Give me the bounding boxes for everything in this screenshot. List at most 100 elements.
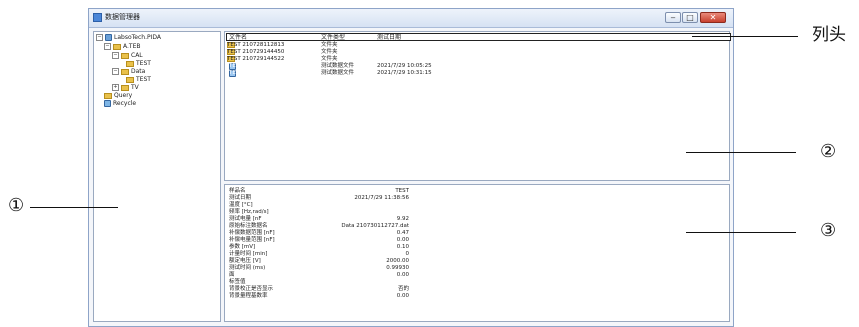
property-value: 0.00 xyxy=(396,237,409,243)
data-manager-window: 数据管理器 ‒ □ ✕ − LabsoTech.PIDA − A.TEB − CAL … xyxy=(88,8,734,327)
tree-node-label: Data xyxy=(131,68,146,75)
file-name: TEST 210730111825.dat xyxy=(229,63,298,69)
property-row: 温度 [°C] xyxy=(229,202,409,209)
list-item-selected[interactable]: TEST 210730112119.dat 测试数据文件 2021/7/29 1… xyxy=(227,70,727,77)
tree-node-label: LabsoTech.PIDA xyxy=(114,34,161,41)
property-value: 0.00 xyxy=(396,293,409,299)
tree-node-query[interactable]: Query xyxy=(104,92,132,100)
property-key: 测试电量 [nF xyxy=(229,216,262,222)
property-key: 标签值 xyxy=(229,279,246,285)
file-name: TEST 210728112813 xyxy=(227,42,285,48)
properties-pane: 样品名 TEST 测试日期 2021/7/29 11:38:56 温度 [°C] 频率 [… xyxy=(224,184,730,322)
list-item[interactable]: TEST 210729144522 文件夹 xyxy=(227,56,727,63)
tree-node-label: A.TEB xyxy=(123,43,141,50)
property-key: 测试日期 xyxy=(229,195,252,201)
tree-node-data[interactable]: − Data xyxy=(112,68,145,76)
folder-icon xyxy=(126,60,134,67)
collapse-icon[interactable]: − xyxy=(112,68,119,75)
property-value: Data 210730112727.dat xyxy=(341,223,409,229)
callout-number-2: ② xyxy=(820,141,837,162)
folder-icon xyxy=(121,68,129,75)
property-key: 额定电压 [V] xyxy=(229,258,261,264)
property-key: 样品名 xyxy=(229,188,246,194)
property-row: 背景量程基数率 0.00 xyxy=(229,293,409,300)
column-header-type[interactable]: 文件类型 xyxy=(321,34,345,42)
property-value: 9.92 xyxy=(396,216,409,222)
property-key: 原始标注数据名 xyxy=(229,223,268,229)
collapse-icon[interactable]: − xyxy=(96,34,103,41)
folder-tree[interactable]: − LabsoTech.PIDA − A.TEB − CAL TEST − Data T… xyxy=(93,31,221,322)
property-value: 否的 xyxy=(397,286,409,292)
property-row: 补偿电量范围 [nF] 0.00 xyxy=(229,237,409,244)
property-row: 标签值 xyxy=(229,279,409,286)
property-key: 计量时间 [min] xyxy=(229,251,268,257)
minimize-button[interactable]: ‒ xyxy=(665,12,681,23)
recycle-icon xyxy=(104,100,111,107)
property-value: 0.10 xyxy=(396,244,409,250)
collapse-icon[interactable]: − xyxy=(112,52,119,59)
property-key: 补偿电量范围 [nF] xyxy=(229,237,275,243)
file-date: 2021/7/29 10:31:15 xyxy=(377,70,432,76)
property-row: 测试日期 2021/7/29 11:38:56 xyxy=(229,195,409,202)
window-title: 数据管理器 xyxy=(105,13,140,21)
maximize-button[interactable]: □ xyxy=(682,12,698,23)
file-type: 文件夹 xyxy=(321,42,338,48)
property-value: 0.00 xyxy=(396,272,409,278)
callout-line-3 xyxy=(686,232,796,233)
tree-node-label: Query xyxy=(114,92,133,99)
callout-line-columns xyxy=(692,36,798,37)
tree-node-recycle[interactable]: Recycle xyxy=(104,100,136,108)
property-value: 2021/7/29 11:38:56 xyxy=(354,195,409,201)
right-panel: 文件名 文件类型 测试日期 TEST 210728112813 文件夹 TEST… xyxy=(224,31,731,322)
property-row: 补偿数据范围 [nF] 0.47 xyxy=(229,230,409,237)
expand-icon[interactable]: + xyxy=(112,84,119,91)
property-row: 背景校正是否显示 否的 xyxy=(229,286,409,293)
property-row: 面 0.00 xyxy=(229,272,409,279)
list-item-selected[interactable]: TEST 210730111825.dat 测试数据文件 2021/7/29 1… xyxy=(227,63,727,70)
tree-node-ateb[interactable]: − A.TEB xyxy=(104,43,140,51)
file-type: 测试数据文件 xyxy=(321,70,355,76)
tree-node-cal[interactable]: − CAL xyxy=(112,52,143,60)
callout-number-1: ① xyxy=(8,195,25,216)
database-icon xyxy=(105,34,112,41)
column-header: 文件名 文件类型 测试日期 xyxy=(226,33,731,41)
tree-node-tv[interactable]: + TV xyxy=(112,84,139,92)
tree-node-cal-test[interactable]: TEST xyxy=(126,60,151,68)
list-item[interactable]: TEST 210729144450 文件夹 xyxy=(227,49,727,56)
title-bar: 数据管理器 ‒ □ ✕ xyxy=(89,9,733,28)
folder-icon xyxy=(113,43,121,50)
tree-node-label: TV xyxy=(131,84,139,91)
file-type: 文件夹 xyxy=(321,56,338,62)
file-name: TEST 210729144522 xyxy=(227,56,285,62)
property-row: 额定电压 [V] 2000.00 xyxy=(229,258,409,265)
list-item[interactable]: TEST 210728112813 文件夹 xyxy=(227,42,727,49)
file-type: 测试数据文件 xyxy=(321,63,355,69)
callout-label-columns: 列头 xyxy=(812,25,846,45)
close-button[interactable]: ✕ xyxy=(700,12,726,23)
property-row: 原始标注数据名 Data 210730112727.dat xyxy=(229,223,409,230)
callout-line-1 xyxy=(30,207,118,208)
property-key: 背景校正是否显示 xyxy=(229,286,274,292)
property-value: 0.47 xyxy=(396,230,409,236)
folder-icon xyxy=(104,92,112,99)
property-value: 0.99930 xyxy=(386,265,409,271)
property-value: 2000.00 xyxy=(386,258,409,264)
property-key: 频率 [Hz,rad/s] xyxy=(229,209,269,215)
file-type: 文件夹 xyxy=(321,49,338,55)
column-header-name[interactable]: 文件名 xyxy=(229,34,247,42)
folder-icon xyxy=(121,84,129,91)
property-row: 计量时间 [min] 0 xyxy=(229,251,409,258)
property-key: 背景量程基数率 xyxy=(229,293,268,299)
column-header-date[interactable]: 测试日期 xyxy=(377,34,401,42)
property-value: 0 xyxy=(405,251,410,257)
property-row: 频率 [Hz,rad/s] xyxy=(229,209,409,216)
file-name: TEST 210729144450 xyxy=(227,49,285,55)
property-row: 测试电量 [nF 9.92 xyxy=(229,216,409,223)
tree-node-data-test[interactable]: TEST xyxy=(126,76,151,84)
property-row: 测试时间 (ms) 0.99930 xyxy=(229,265,409,272)
callout-number-3: ③ xyxy=(820,220,837,241)
tree-node-root[interactable]: − LabsoTech.PIDA xyxy=(96,34,161,42)
property-key: 参数 [mV] xyxy=(229,244,256,250)
collapse-icon[interactable]: − xyxy=(104,43,111,50)
file-list-pane[interactable]: 文件名 文件类型 测试日期 TEST 210728112813 文件夹 TEST… xyxy=(224,31,731,181)
